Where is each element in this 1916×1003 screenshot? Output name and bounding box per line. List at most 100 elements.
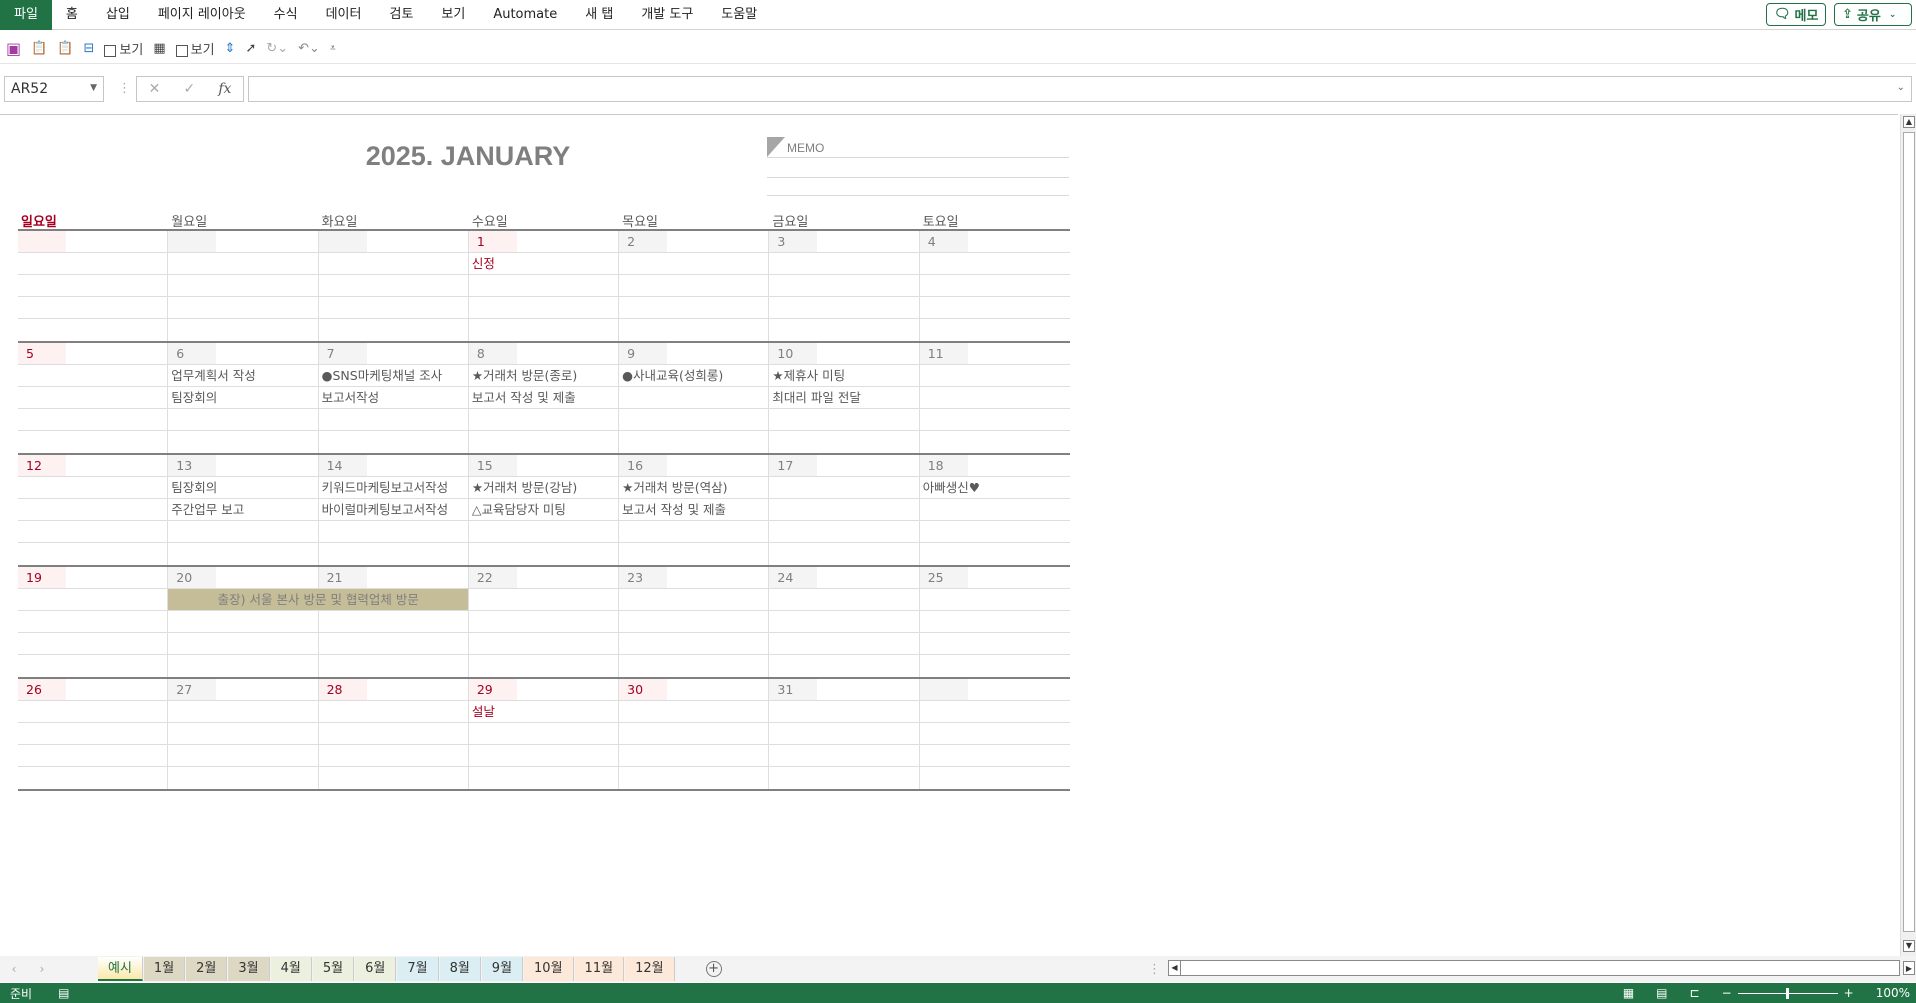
menu-item[interactable]: 파일 — [0, 0, 52, 30]
day-cell[interactable] — [18, 387, 169, 408]
day-cell[interactable] — [18, 231, 169, 252]
day-cell[interactable] — [18, 275, 169, 296]
menu-item[interactable]: 페이지 레이아웃 — [144, 0, 260, 30]
day-cell[interactable]: 25 — [919, 567, 1070, 588]
insert-function-icon[interactable]: fx — [218, 81, 231, 97]
day-cell[interactable]: 3 — [769, 231, 920, 252]
day-cell[interactable] — [319, 431, 469, 453]
day-cell[interactable]: 팀장회의 — [168, 477, 319, 498]
add-sheet-icon[interactable]: + — [705, 961, 722, 977]
day-cell[interactable] — [18, 253, 169, 274]
day-cell[interactable]: 출장) 서울 본사 방문 및 협력업체 방문 — [168, 589, 469, 610]
day-cell[interactable] — [769, 409, 920, 430]
freeze-panes-icon[interactable]: ▦ — [153, 41, 165, 56]
sheet-tab[interactable]: 1월 — [143, 957, 186, 981]
sheet-tab[interactable]: 5월 — [312, 957, 355, 981]
day-cell[interactable] — [168, 275, 319, 296]
day-cell[interactable] — [920, 701, 1070, 722]
day-cell[interactable] — [18, 477, 169, 498]
day-cell[interactable] — [920, 499, 1070, 520]
day-cell[interactable] — [18, 589, 169, 610]
day-cell[interactable] — [168, 231, 319, 252]
day-cell[interactable]: 19 — [18, 567, 169, 588]
day-cell[interactable]: 28 — [318, 679, 469, 700]
scroll-up-icon[interactable]: ▲ — [1903, 116, 1915, 128]
day-cell[interactable]: 설날 — [469, 701, 620, 722]
day-cell[interactable] — [619, 633, 770, 654]
day-cell[interactable] — [769, 655, 920, 677]
day-cell[interactable] — [920, 633, 1070, 654]
day-cell[interactable]: 주간업무 보고 — [168, 499, 319, 520]
day-cell[interactable] — [920, 745, 1070, 766]
day-cell[interactable] — [18, 745, 169, 766]
day-cell[interactable] — [168, 543, 319, 565]
scroll-down-icon[interactable]: ▼ — [1903, 940, 1915, 952]
drag-handle-icon[interactable]: ⋮ — [118, 81, 131, 96]
day-cell[interactable]: 보고서 작성 및 제출 — [619, 499, 770, 520]
day-cell[interactable] — [469, 297, 620, 318]
sheet-tab[interactable]: 3월 — [228, 957, 270, 981]
day-cell[interactable] — [769, 723, 920, 744]
paste-formula-icon[interactable]: 📋 — [57, 41, 73, 56]
day-cell[interactable]: 7 — [318, 343, 469, 364]
save-icon[interactable]: ▣ — [6, 39, 21, 58]
day-cell[interactable] — [168, 521, 319, 542]
day-cell[interactable] — [769, 275, 920, 296]
day-cell[interactable] — [920, 409, 1070, 430]
day-cell[interactable] — [469, 431, 620, 453]
day-cell[interactable] — [469, 633, 620, 654]
day-cell[interactable]: ★제휴사 미팅 — [769, 365, 920, 386]
day-cell[interactable]: 27 — [168, 679, 319, 700]
day-cell[interactable]: 보고서 작성 및 제출 — [469, 387, 620, 408]
day-cell[interactable] — [919, 679, 1070, 700]
day-cell[interactable] — [469, 723, 620, 744]
day-cell[interactable] — [18, 521, 169, 542]
day-cell[interactable] — [920, 611, 1070, 632]
next-sheet-icon[interactable]: › — [28, 962, 56, 976]
page-break-view-icon[interactable]: ⊏ — [1690, 986, 1700, 1000]
day-cell[interactable] — [769, 767, 920, 789]
sheet-tab[interactable]: 4월 — [270, 957, 312, 981]
customize-qat-icon[interactable]: ⩡ — [330, 43, 336, 54]
day-cell[interactable]: 바이럴마케팅보고서작성 — [319, 499, 469, 520]
day-cell[interactable] — [920, 431, 1070, 453]
day-cell[interactable]: 12 — [18, 455, 169, 476]
day-cell[interactable] — [168, 701, 319, 722]
day-cell[interactable] — [168, 319, 319, 341]
normal-view-icon[interactable]: ▦ — [1623, 986, 1634, 1000]
day-cell[interactable] — [168, 611, 319, 632]
sheet-tab[interactable]: 2월 — [186, 957, 228, 981]
day-cell[interactable] — [769, 701, 920, 722]
day-cell[interactable]: 최대리 파일 전달 — [769, 387, 920, 408]
day-cell[interactable]: ★거래처 방문(역삼) — [619, 477, 770, 498]
day-cell[interactable] — [469, 319, 620, 341]
day-cell[interactable] — [619, 655, 770, 677]
day-cell[interactable] — [920, 297, 1070, 318]
day-cell[interactable] — [769, 521, 920, 542]
day-cell[interactable] — [920, 253, 1070, 274]
menu-item[interactable]: 삽입 — [92, 0, 144, 30]
day-cell[interactable]: 22 — [468, 567, 620, 588]
day-cell[interactable] — [319, 521, 469, 542]
day-cell[interactable] — [769, 611, 920, 632]
day-cell[interactable] — [318, 231, 469, 252]
day-cell[interactable] — [469, 589, 620, 610]
day-cell[interactable]: 26 — [18, 679, 169, 700]
horizontal-scrollbar[interactable]: ◀ ▶ — [1168, 960, 1915, 976]
day-cell[interactable]: 9 — [619, 343, 770, 364]
day-cell[interactable] — [18, 767, 169, 789]
scroll-right-icon[interactable]: ▶ — [1903, 961, 1915, 975]
day-cell[interactable] — [619, 387, 770, 408]
day-cell[interactable] — [319, 543, 469, 565]
day-cell[interactable] — [469, 409, 620, 430]
day-cell[interactable] — [769, 499, 920, 520]
day-cell[interactable] — [469, 655, 620, 677]
day-cell[interactable] — [619, 543, 770, 565]
day-cell[interactable]: 17 — [769, 455, 920, 476]
day-cell[interactable] — [18, 409, 169, 430]
menu-item[interactable]: 도움말 — [707, 0, 771, 30]
fit-width-icon[interactable]: ⊟ — [84, 41, 95, 56]
paste-values-icon[interactable]: 📋 — [31, 41, 47, 56]
day-cell[interactable] — [920, 589, 1070, 610]
day-cell[interactable] — [619, 589, 770, 610]
